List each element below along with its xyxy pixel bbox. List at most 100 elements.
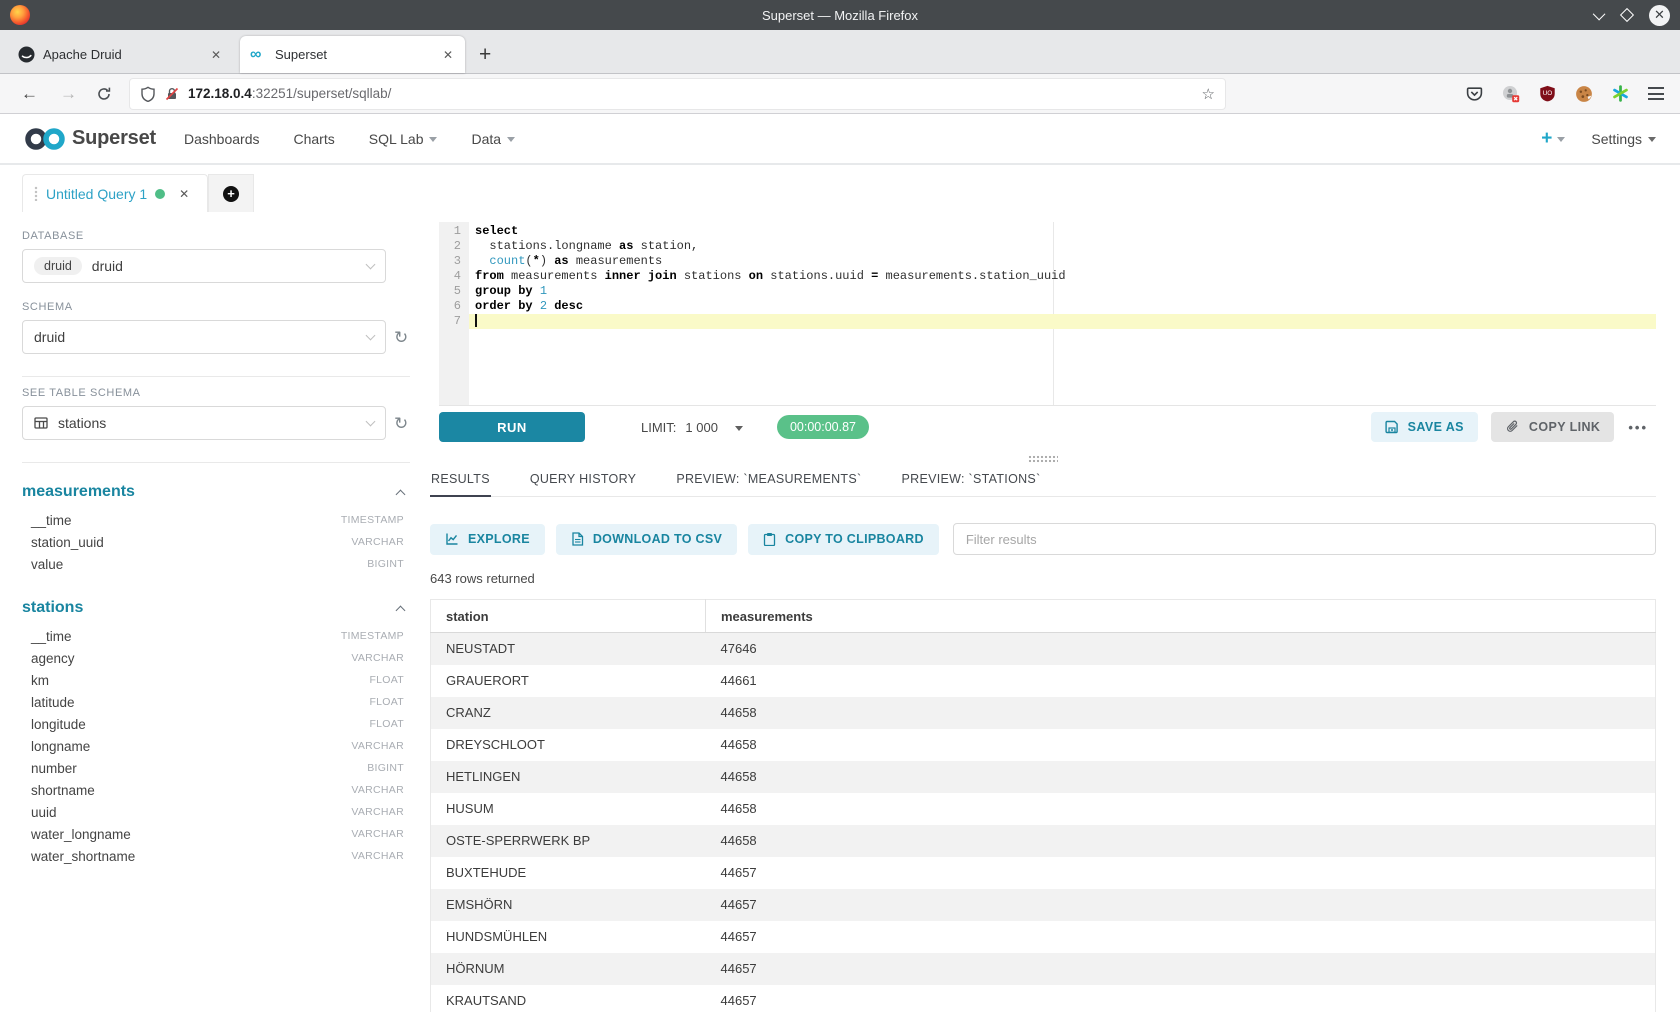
nav-item-dashboards[interactable]: Dashboards: [184, 131, 260, 147]
table-row[interactable]: GRAUERORT44661: [431, 665, 1656, 697]
editor-line[interactable]: 7: [439, 314, 1656, 329]
new-tab-button[interactable]: +: [465, 43, 505, 67]
editor-results-pane: 1select2 stations.longname as station,3 …: [430, 222, 1656, 1012]
table-row[interactable]: EMSHÖRN44657: [431, 889, 1656, 921]
save-as-button[interactable]: SAVE AS: [1371, 412, 1478, 442]
sql-editor[interactable]: 1select2 stations.longname as station,3 …: [439, 222, 1656, 406]
save-icon: [1385, 420, 1399, 434]
plus-icon: +: [1541, 129, 1552, 148]
cookie-icon[interactable]: [1575, 85, 1593, 103]
editor-line[interactable]: 3 count(*) as measurements: [439, 254, 1656, 269]
table-row[interactable]: HETLINGEN44658: [431, 761, 1656, 793]
maximize-button[interactable]: [1620, 8, 1634, 22]
drag-handle-icon[interactable]: [34, 186, 38, 201]
schema-column-row: __timeTIMESTAMP: [22, 509, 404, 531]
query-tab-untitled-query-1[interactable]: Untitled Query 1 ✕: [22, 174, 208, 212]
column-type: VARCHAR: [351, 806, 404, 818]
chevron-up-icon[interactable]: [396, 605, 406, 615]
editor-line[interactable]: 2 stations.longname as station,: [439, 239, 1656, 254]
browser-tab-apache-druid[interactable]: Apache Druid ✕: [8, 36, 233, 73]
insecure-lock-icon[interactable]: [164, 86, 180, 102]
results-tab-3[interactable]: PREVIEW: `MEASUREMENTS`: [675, 466, 862, 496]
schema-table-header[interactable]: stations: [22, 589, 410, 625]
results-tab-2[interactable]: QUERY HISTORY: [529, 466, 637, 496]
column-header-measurements[interactable]: measurements: [706, 600, 1656, 633]
table-row[interactable]: NEUSTADT47646: [431, 633, 1656, 665]
copy-link-button[interactable]: COPY LINK: [1491, 412, 1614, 442]
results-tab-4[interactable]: PREVIEW: `STATIONS`: [900, 466, 1041, 496]
table-row[interactable]: DREYSCHLOOT44658: [431, 729, 1656, 761]
pocket-icon[interactable]: [1466, 85, 1483, 102]
editor-line[interactable]: 6order by 2 desc: [439, 299, 1656, 314]
superset-logo[interactable]: Superset: [24, 126, 156, 152]
cell-measurements: 44657: [706, 985, 1656, 1012]
more-actions-button[interactable]: •••: [1628, 420, 1648, 435]
filter-results-input[interactable]: [953, 523, 1656, 555]
column-name: uuid: [31, 805, 57, 820]
close-tab-icon[interactable]: ✕: [209, 48, 223, 62]
run-button[interactable]: RUN: [439, 412, 585, 442]
pane-split-handle[interactable]: [430, 454, 1656, 464]
close-tab-icon[interactable]: ✕: [441, 48, 455, 62]
back-button[interactable]: ←: [12, 84, 47, 104]
refresh-schemas-icon[interactable]: ↻: [394, 329, 408, 346]
results-table: station measurements NEUSTADT47646GRAUER…: [430, 599, 1656, 1012]
cell-station: DREYSCHLOOT: [431, 729, 706, 761]
editor-line-text: stations.longname as station,: [469, 239, 1656, 254]
limit-dropdown[interactable]: LIMIT: 1 000: [641, 420, 743, 435]
download-csv-button[interactable]: DOWNLOAD TO CSV: [556, 524, 737, 555]
schema-table-header[interactable]: measurements: [22, 473, 410, 509]
druid-icon: [18, 46, 35, 63]
browser-tab-superset[interactable]: ∞ Superset ✕: [240, 36, 465, 73]
add-query-tab-button[interactable]: +: [208, 174, 254, 212]
ublock-icon[interactable]: UO: [1539, 85, 1556, 102]
database-select[interactable]: druid druid: [22, 249, 386, 283]
editor-line[interactable]: 5group by 1: [439, 284, 1656, 299]
column-name: value: [31, 557, 63, 572]
nav-item-label: Dashboards: [184, 131, 260, 147]
nav-item-charts[interactable]: Charts: [294, 131, 335, 147]
tracking-shield-icon[interactable]: [140, 86, 156, 102]
reload-button[interactable]: [96, 86, 112, 102]
new-item-button[interactable]: +: [1541, 129, 1565, 148]
nav-item-data[interactable]: Data: [471, 131, 515, 147]
asterisk-extension-icon[interactable]: [1612, 85, 1629, 102]
explore-button[interactable]: EXPLORE: [430, 524, 545, 555]
table-row[interactable]: OSTE-SPERRWERK BP44658: [431, 825, 1656, 857]
settings-menu[interactable]: Settings: [1591, 131, 1656, 147]
url-bar[interactable]: 172.18.0.4:32251/superset/sqllab/ ☆: [130, 79, 1225, 109]
results-tab-1[interactable]: RESULTS: [430, 466, 491, 497]
browser-tab-strip: Apache Druid ✕ ∞ Superset ✕ +: [0, 30, 1680, 74]
schema-column-row: kmFLOAT: [22, 669, 404, 691]
settings-label: Settings: [1591, 131, 1642, 147]
cell-station: HUNDSMÜHLEN: [431, 921, 706, 953]
table-row[interactable]: HUSUM44658: [431, 793, 1656, 825]
column-name: shortname: [31, 783, 95, 798]
table-row[interactable]: HUNDSMÜHLEN44657: [431, 921, 1656, 953]
close-window-button[interactable]: ✕: [1649, 5, 1670, 26]
table-row[interactable]: HÖRNUM44657: [431, 953, 1656, 985]
column-type: VARCHAR: [351, 828, 404, 840]
disabled-extension-icon[interactable]: [1502, 85, 1520, 103]
line-number: 4: [439, 269, 469, 284]
nav-item-sql-lab[interactable]: SQL Lab: [369, 131, 438, 147]
schema-select[interactable]: druid: [22, 320, 386, 354]
close-query-tab-icon[interactable]: ✕: [179, 187, 189, 201]
copy-to-clipboard-button[interactable]: COPY TO CLIPBOARD: [748, 524, 939, 555]
chevron-up-icon[interactable]: [396, 489, 406, 499]
column-header-station[interactable]: station: [431, 600, 706, 633]
editor-line[interactable]: 1select: [439, 224, 1656, 239]
table-select[interactable]: stations: [22, 406, 386, 440]
editor-line[interactable]: 4from measurements inner join stations o…: [439, 269, 1656, 284]
table-row[interactable]: KRAUTSAND44657: [431, 985, 1656, 1012]
table-row[interactable]: CRANZ44658: [431, 697, 1656, 729]
refresh-tables-icon[interactable]: ↻: [394, 415, 408, 432]
table-row[interactable]: BUXTEHUDE44657: [431, 857, 1656, 889]
schema-value: druid: [34, 329, 357, 345]
query-tab-title: Untitled Query 1: [46, 186, 147, 202]
schema-table-name: measurements: [22, 483, 135, 501]
menu-icon[interactable]: [1648, 87, 1664, 100]
bookmark-star-icon[interactable]: ☆: [1202, 85, 1215, 103]
url-text[interactable]: 172.18.0.4:32251/superset/sqllab/: [188, 86, 1194, 101]
forward-button[interactable]: →: [51, 84, 86, 104]
